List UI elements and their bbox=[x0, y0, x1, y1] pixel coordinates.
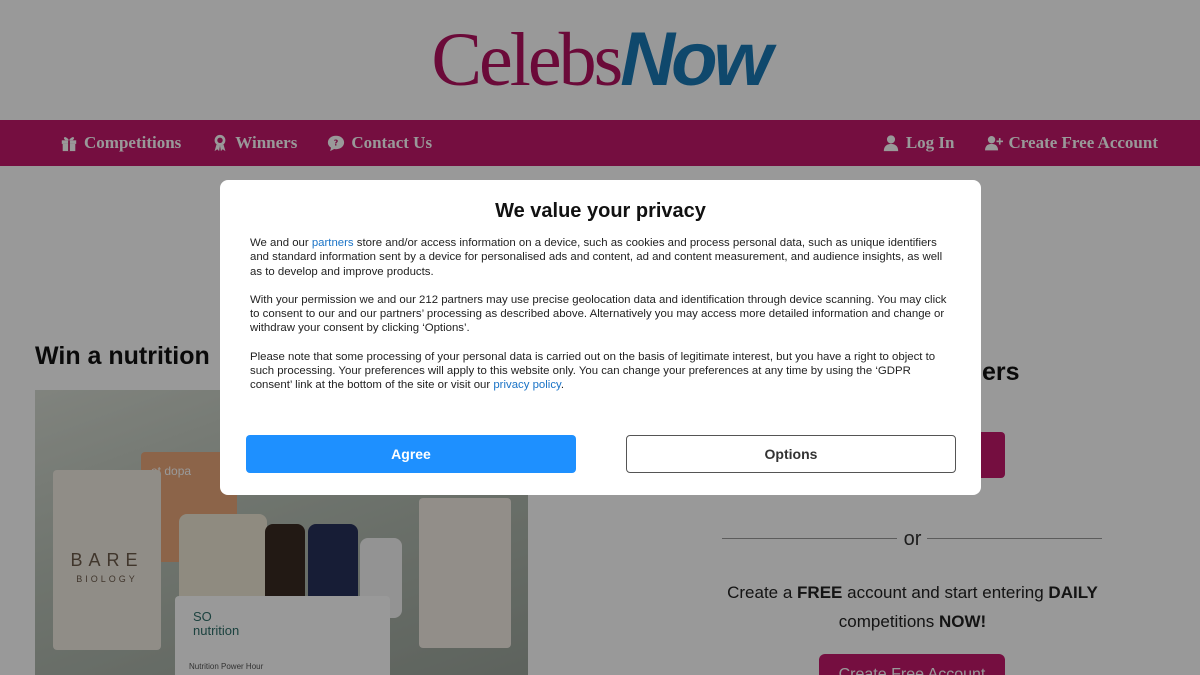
agree-button[interactable]: Agree bbox=[246, 435, 576, 473]
p1-pre: We and our bbox=[250, 237, 312, 249]
privacy-paragraph-2: With your permission we and our 212 part… bbox=[250, 293, 947, 335]
privacy-consent-dialog: We value your privacy We and our partner… bbox=[220, 180, 981, 495]
privacy-paragraph-1: We and our partners store and/or access … bbox=[250, 236, 951, 279]
p3-post: . bbox=[560, 379, 565, 392]
partners-link[interactable]: partners bbox=[312, 237, 354, 249]
options-button[interactable]: Options bbox=[626, 435, 956, 473]
privacy-policy-link[interactable]: privacy policy bbox=[493, 379, 561, 391]
p3-pre: Please note that some processing of your… bbox=[250, 350, 936, 392]
p1-post: store and/or access information on a dev… bbox=[250, 237, 943, 278]
privacy-dialog-buttons: Agree Options bbox=[246, 435, 956, 473]
privacy-dialog-title: We value your privacy bbox=[495, 200, 706, 222]
privacy-paragraph-3: Please note that some processing of your… bbox=[250, 350, 951, 393]
